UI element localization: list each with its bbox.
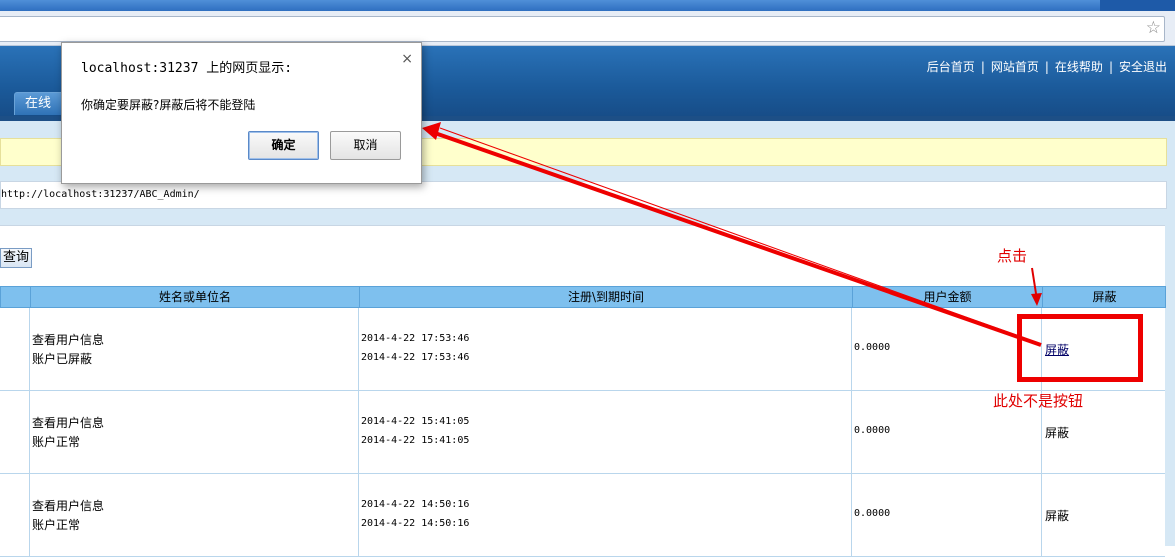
link-site-home[interactable]: 网站首页 [991,60,1039,74]
block-text: 屏蔽 [1045,509,1070,523]
view-user-info-link[interactable]: 查看用户信息 [32,414,104,431]
nav-tab-label: 在线 [25,96,52,111]
cell-divider [851,308,852,390]
link-separator: | [1108,60,1113,74]
cell-divider [358,474,359,556]
bookmark-star-icon[interactable]: ☆ [1146,19,1161,37]
cell-divider [29,308,30,390]
cell-divider [29,474,30,556]
col-name: 姓名或单位名 [30,287,359,307]
col-amount: 用户金额 [852,287,1042,307]
dialog-title: localhost:31237 上的网页显示: [81,61,293,76]
exp-time: 2014-4-22 15:41:05 [361,435,470,446]
ok-button[interactable]: 确定 [248,131,319,160]
url-text: http://localhost:31237/ABC_Admin/ [1,189,200,200]
top-links: 后台首页 | 网站首页 | 在线帮助 | 安全退出 [927,58,1167,75]
col-reg-time: 注册\到期时间 [359,287,852,307]
cell-divider [29,391,30,473]
link-separator: | [980,60,985,74]
view-user-info-link[interactable]: 查看用户信息 [32,497,104,514]
main-content: 查询 姓名或单位名 注册\到期时间 用户金额 屏蔽 查看用户信息 账户已屏蔽 2… [0,225,1166,557]
address-bar[interactable]: ☆ [0,16,1165,42]
cell-divider [358,391,359,473]
user-amount: 0.0000 [854,425,891,436]
close-icon[interactable]: × [401,51,413,67]
cell-divider [1041,474,1042,556]
browser-title-bar [0,0,1175,11]
account-status: 账户已屏蔽 [32,352,93,366]
link-online-help[interactable]: 在线帮助 [1055,60,1103,74]
account-status: 账户正常 [32,518,81,532]
cell-divider [851,474,852,556]
table-row: 查看用户信息 账户正常 2014-4-22 15:41:05 2014-4-22… [0,391,1165,474]
account-status: 账户正常 [32,435,81,449]
user-amount: 0.0000 [854,342,891,353]
browser-window-controls [1100,0,1175,11]
cell-divider [358,308,359,390]
not-button-note: 此处不是按钮 [993,392,1084,410]
exp-time: 2014-4-22 14:50:16 [361,518,470,529]
url-display: http://localhost:31237/ABC_Admin/ [0,181,1167,209]
col-block: 屏蔽 [1042,287,1166,307]
click-note: 点击 [997,247,1028,265]
link-separator: | [1044,60,1049,74]
user-amount: 0.0000 [854,508,891,519]
browser-toolbar: ☆ [0,11,1175,46]
view-user-info-link[interactable]: 查看用户信息 [32,331,104,348]
cell-divider [851,391,852,473]
confirm-dialog: localhost:31237 上的网页显示: × 你确定要屏蔽?屏蔽后将不能登… [61,42,422,184]
cancel-button[interactable]: 取消 [330,131,401,160]
link-logout[interactable]: 安全退出 [1119,60,1167,74]
reg-time: 2014-4-22 15:41:05 [361,416,470,427]
highlight-box [1017,314,1143,382]
table-header: 姓名或单位名 注册\到期时间 用户金额 屏蔽 [0,286,1166,308]
dialog-message: 你确定要屏蔽?屏蔽后将不能登陆 [81,98,256,112]
link-admin-home[interactable]: 后台首页 [927,60,975,74]
exp-time: 2014-4-22 17:53:46 [361,352,470,363]
block-text: 屏蔽 [1045,426,1070,440]
reg-time: 2014-4-22 17:53:46 [361,333,470,344]
table-row: 查看用户信息 账户已屏蔽 2014-4-22 17:53:46 2014-4-2… [0,308,1165,391]
query-button[interactable]: 查询 [0,248,33,268]
table-row: 查看用户信息 账户正常 2014-4-22 14:50:16 2014-4-22… [0,474,1165,557]
reg-time: 2014-4-22 14:50:16 [361,499,470,510]
